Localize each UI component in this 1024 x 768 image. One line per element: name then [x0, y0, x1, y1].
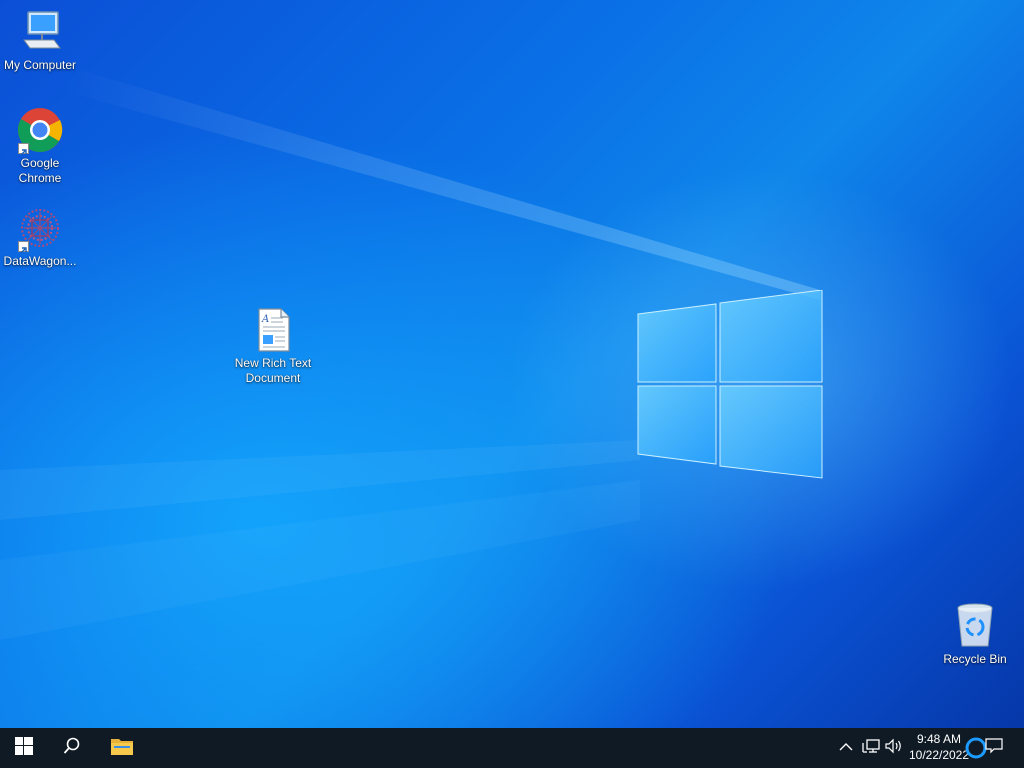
volume-button[interactable]	[884, 738, 904, 758]
desktop-icon-label: DataWagon...	[3, 254, 77, 268]
show-hidden-icons-button[interactable]	[836, 738, 856, 758]
action-center-button[interactable]	[984, 737, 1004, 759]
shortcut-arrow-icon	[18, 143, 29, 156]
taskbar-clock[interactable]: 9:48 AM 10/22/2022	[906, 731, 972, 763]
folder-icon	[110, 736, 134, 761]
network-icon	[862, 738, 880, 759]
desktop-icon-new-rich-text-document[interactable]: A New Rich Text Document	[233, 306, 313, 386]
file-explorer-button[interactable]	[98, 728, 146, 768]
taskbar: 9:48 AM 10/22/2022	[0, 728, 1024, 768]
monitor-icon	[16, 8, 64, 56]
volume-icon	[885, 738, 903, 759]
desktop-icon-label: My Computer	[3, 58, 77, 72]
desktop-icon-datawagon[interactable]: DataWagon...	[0, 204, 80, 269]
desktop-icon-google-chrome[interactable]: Google Chrome	[0, 106, 80, 186]
datawagon-icon	[16, 204, 64, 254]
clock-date: 10/22/2022	[908, 748, 970, 762]
desktop-icon-my-computer[interactable]: My Computer	[0, 8, 80, 73]
desktop-background[interactable]: My Computer Google Chrome DataWagon... A…	[0, 0, 1024, 728]
chevron-up-icon	[839, 739, 853, 757]
shortcut-arrow-icon	[18, 241, 29, 254]
network-button[interactable]	[861, 738, 881, 758]
search-button[interactable]	[48, 728, 96, 768]
rtf-document-icon: A	[249, 306, 297, 354]
windows-logo-icon	[15, 736, 33, 760]
desktop-icon-label: Google Chrome	[18, 156, 62, 185]
search-icon	[63, 737, 81, 760]
clock-time: 9:48 AM	[916, 732, 962, 746]
wallpaper-light-beams	[0, 70, 820, 640]
windows-wallpaper-logo	[637, 290, 823, 479]
chrome-icon	[16, 106, 64, 156]
start-button[interactable]	[0, 728, 48, 768]
recycle-bin-icon	[951, 602, 999, 650]
desktop-icon-label: Recycle Bin	[943, 652, 1007, 666]
svg-text:A: A	[261, 314, 269, 325]
desktop-icon-label: New Rich Text Document	[234, 356, 312, 385]
notification-icon	[985, 737, 1003, 759]
desktop-icon-recycle-bin[interactable]: Recycle Bin	[935, 602, 1015, 667]
